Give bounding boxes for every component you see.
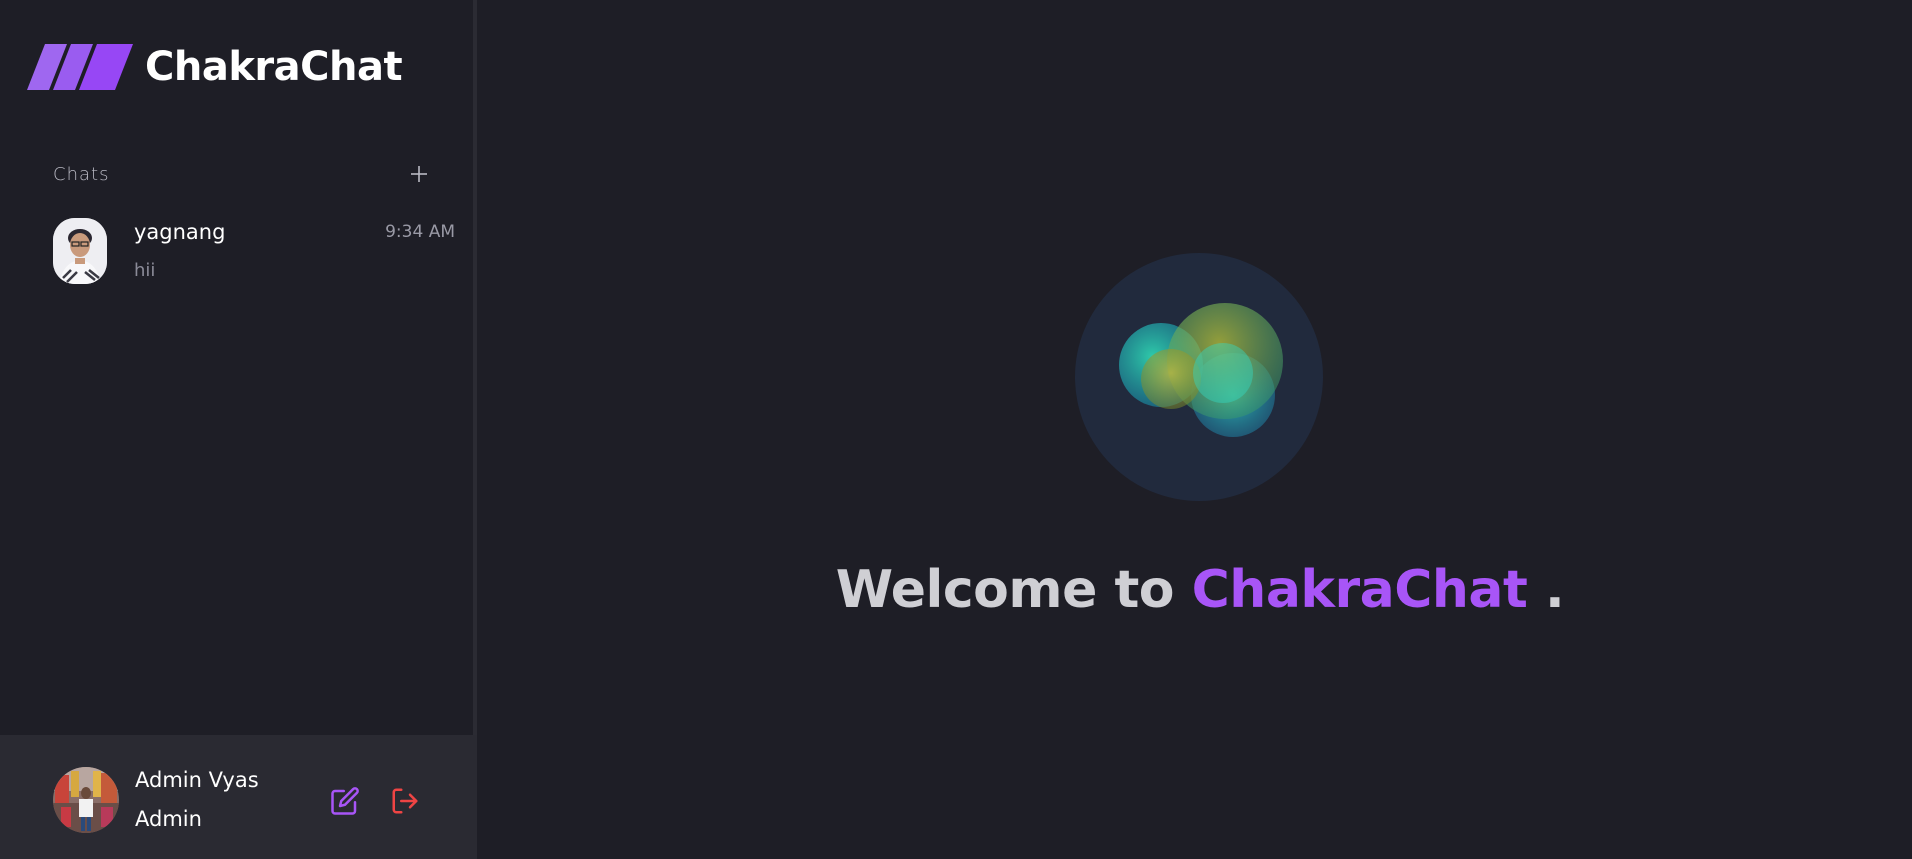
chats-header: Chats <box>53 162 431 186</box>
chat-last-message: hii <box>134 260 156 281</box>
ai-orb-icon <box>1075 253 1323 501</box>
welcome-brand: ChakraChat <box>1191 560 1528 620</box>
edit-icon[interactable] <box>328 784 362 818</box>
profile-name: Admin Vyas <box>135 768 259 792</box>
brand-name: ChakraChat <box>145 44 403 90</box>
profile-bar: Admin Vyas Admin <box>0 735 477 859</box>
chat-list-item[interactable]: yagnang 9:34 AM hii <box>53 216 455 286</box>
chat-contact-name: yagnang <box>134 220 226 244</box>
chats-title: Chats <box>53 163 110 185</box>
welcome-suffix: . <box>1544 560 1565 620</box>
sidebar: ChakraChat Chats yagnang 9:34 AM hii Adm… <box>0 0 477 859</box>
profile-avatar[interactable] <box>53 767 119 833</box>
brand[interactable]: ChakraChat <box>27 44 403 90</box>
welcome-heading: Welcome to ChakraChat . <box>481 560 1912 620</box>
logout-icon[interactable] <box>388 784 422 818</box>
chat-timestamp: 9:34 AM <box>385 222 455 242</box>
app-root: ChakraChat Chats yagnang 9:34 AM hii Adm… <box>0 0 1912 859</box>
welcome-prefix: Welcome to <box>835 560 1175 620</box>
profile-role: Admin <box>135 807 202 831</box>
avatar <box>53 218 107 284</box>
main-panel: Welcome to ChakraChat . <box>481 0 1912 859</box>
chakrachat-logo-icon <box>27 44 133 90</box>
plus-icon[interactable] <box>407 162 431 186</box>
